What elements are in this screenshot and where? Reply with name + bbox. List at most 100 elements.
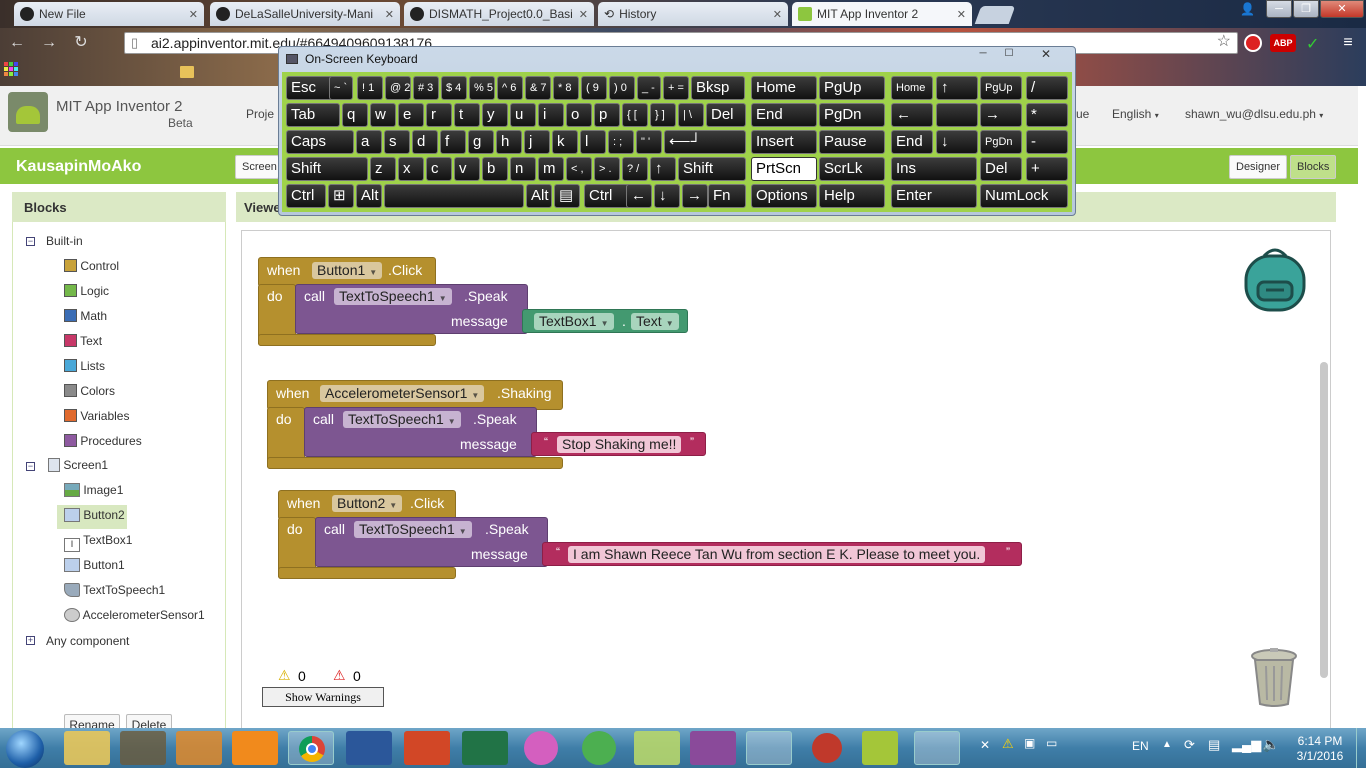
key-y[interactable]: y (482, 103, 508, 127)
key-symbol[interactable]: { [ (622, 103, 648, 127)
key-symbol[interactable]: ▤ (554, 184, 580, 208)
key-home[interactable]: Home (751, 76, 817, 100)
text-string-value[interactable]: Stop Shaking me!! (557, 436, 682, 453)
key-symbol[interactable]: → (682, 184, 708, 208)
method-target-dropdown[interactable]: TextToSpeech1 ▼ (354, 521, 472, 538)
browser-tab-2[interactable]: DeLaSalleUniversity-Mani ✕ (210, 2, 400, 26)
drawer-variables[interactable]: Variables (64, 409, 129, 423)
workspace-scrollbar[interactable] (1320, 362, 1328, 678)
browser-tab-5[interactable]: MIT App Inventor 2 ✕ (792, 2, 972, 26)
tray-warning-icon[interactable]: ⚠ (1002, 736, 1014, 752)
vlc-icon[interactable] (232, 731, 278, 765)
tray-tool-icon[interactable]: ✕ (980, 738, 990, 752)
key-v[interactable]: v (454, 157, 480, 181)
key-blank[interactable] (384, 184, 524, 208)
key-o[interactable]: o (566, 103, 592, 127)
android-icon[interactable] (862, 731, 898, 765)
key-options[interactable]: Options (751, 184, 817, 208)
key-j[interactable]: j (524, 130, 550, 154)
key-symbol[interactable]: | \ (678, 103, 704, 127)
help-menu-fragment[interactable]: ue (1076, 107, 1089, 121)
profile-icon[interactable]: 👤 (1240, 2, 1255, 16)
key-symbol[interactable]: - (1026, 130, 1068, 154)
browser-tab-3[interactable]: DISMATH_Project0.0_Basi ✕ (404, 2, 594, 26)
close-tab-icon[interactable]: ✕ (189, 8, 198, 21)
key-7[interactable]: & 7 (525, 76, 551, 100)
key-symbol[interactable]: ⟵┘ (664, 130, 746, 154)
tray-display-icon[interactable]: ▭ (1046, 736, 1057, 750)
key-f[interactable]: f (440, 130, 466, 154)
keyboard-minimize-icon[interactable]: ─ (972, 48, 994, 62)
key-alt[interactable]: Alt (526, 184, 552, 208)
close-tab-icon[interactable]: ✕ (579, 8, 588, 21)
key-9[interactable]: ( 9 (581, 76, 607, 100)
key-3[interactable]: # 3 (413, 76, 439, 100)
key-5[interactable]: % 5 (469, 76, 495, 100)
minimize-window-icon[interactable]: ─ (1266, 0, 1292, 18)
excel-icon[interactable] (462, 731, 508, 765)
key-numlock[interactable]: NumLock (980, 184, 1068, 208)
projects-menu[interactable]: Proje (246, 107, 274, 121)
method-target-dropdown[interactable]: TextToSpeech1 ▼ (334, 288, 452, 305)
pokeball-app-icon[interactable] (812, 733, 842, 763)
key-z[interactable]: z (370, 157, 396, 181)
key-ctrl[interactable]: Ctrl (286, 184, 326, 208)
tray-sync-icon[interactable]: ⟳ (1184, 737, 1195, 753)
close-tab-icon[interactable]: ✕ (773, 8, 782, 21)
sticky-notes-icon[interactable] (634, 731, 680, 765)
key-b[interactable]: b (482, 157, 508, 181)
key-i[interactable]: i (538, 103, 564, 127)
key-2[interactable]: @ 2 (385, 76, 411, 100)
key-shift[interactable]: Shift (678, 157, 746, 181)
key-symbol[interactable]: / (1026, 76, 1068, 100)
show-warnings-button[interactable]: Show Warnings (262, 687, 384, 707)
language-menu[interactable]: English ▾ (1112, 107, 1159, 121)
keyboard-taskbar-icon[interactable] (914, 731, 960, 765)
drawer-logic[interactable]: Logic (64, 284, 109, 298)
menu-icon[interactable]: ≡ (1338, 34, 1358, 52)
drawer-colors[interactable]: Colors (64, 384, 115, 398)
key-home[interactable]: Home (891, 76, 933, 100)
close-window-icon[interactable]: ✕ (1320, 0, 1364, 18)
key-symbol[interactable]: ↓ (936, 130, 978, 154)
tree-button2[interactable]: Button2 (64, 508, 125, 522)
reload-icon[interactable]: ↻ (70, 32, 92, 54)
start-button-icon[interactable] (6, 730, 44, 768)
getter-property-dropdown[interactable]: Text ▼ (631, 313, 679, 330)
wifi-signal-icon[interactable]: ▂▄▆ (1232, 737, 1261, 753)
tree-textbox1[interactable]: I TextBox1 (64, 533, 132, 552)
collapse-builtin-icon[interactable]: − (26, 237, 35, 246)
key-symbol[interactable]: ~ ` (329, 76, 353, 100)
key-pgdn[interactable]: PgDn (819, 103, 885, 127)
key-k[interactable]: k (552, 130, 578, 154)
tree-screen1[interactable]: Screen1 (48, 458, 108, 472)
close-tab-icon[interactable]: ✕ (385, 8, 394, 21)
component-dropdown[interactable]: Button1 ▼ (312, 262, 383, 279)
key-symbol[interactable]: ↑ (650, 157, 676, 181)
component-dropdown[interactable]: Button2 ▼ (332, 495, 403, 512)
drawer-math[interactable]: Math (64, 309, 107, 323)
key-pgdn[interactable]: PgDn (980, 130, 1022, 154)
tray-network-icon[interactable]: ▣ (1024, 736, 1035, 750)
drawer-text[interactable]: Text (64, 334, 102, 348)
adblock-icon[interactable]: ABP (1270, 34, 1296, 52)
key-x[interactable]: x (398, 157, 424, 181)
key-shift[interactable]: Shift (286, 157, 368, 181)
key-caps[interactable]: Caps (286, 130, 354, 154)
key-h[interactable]: h (496, 130, 522, 154)
builtin-label[interactable]: Built-in (46, 234, 83, 248)
key-scrlk[interactable]: ScrLk (819, 157, 885, 181)
screen-selector[interactable]: Screen (235, 155, 279, 179)
drawer-lists[interactable]: Lists (64, 359, 105, 373)
key-n[interactable]: n (510, 157, 536, 181)
key-4[interactable]: $ 4 (441, 76, 467, 100)
key-l[interactable]: l (580, 130, 606, 154)
key-r[interactable]: r (426, 103, 452, 127)
key-pgup[interactable]: PgUp (980, 76, 1022, 100)
method-target-dropdown[interactable]: TextToSpeech1 ▼ (343, 411, 461, 428)
key-u[interactable]: u (510, 103, 536, 127)
key-ins[interactable]: Ins (891, 157, 977, 181)
back-icon[interactable]: ← (6, 32, 28, 54)
powerpoint-icon[interactable] (404, 731, 450, 765)
game-app-icon[interactable] (120, 731, 166, 765)
